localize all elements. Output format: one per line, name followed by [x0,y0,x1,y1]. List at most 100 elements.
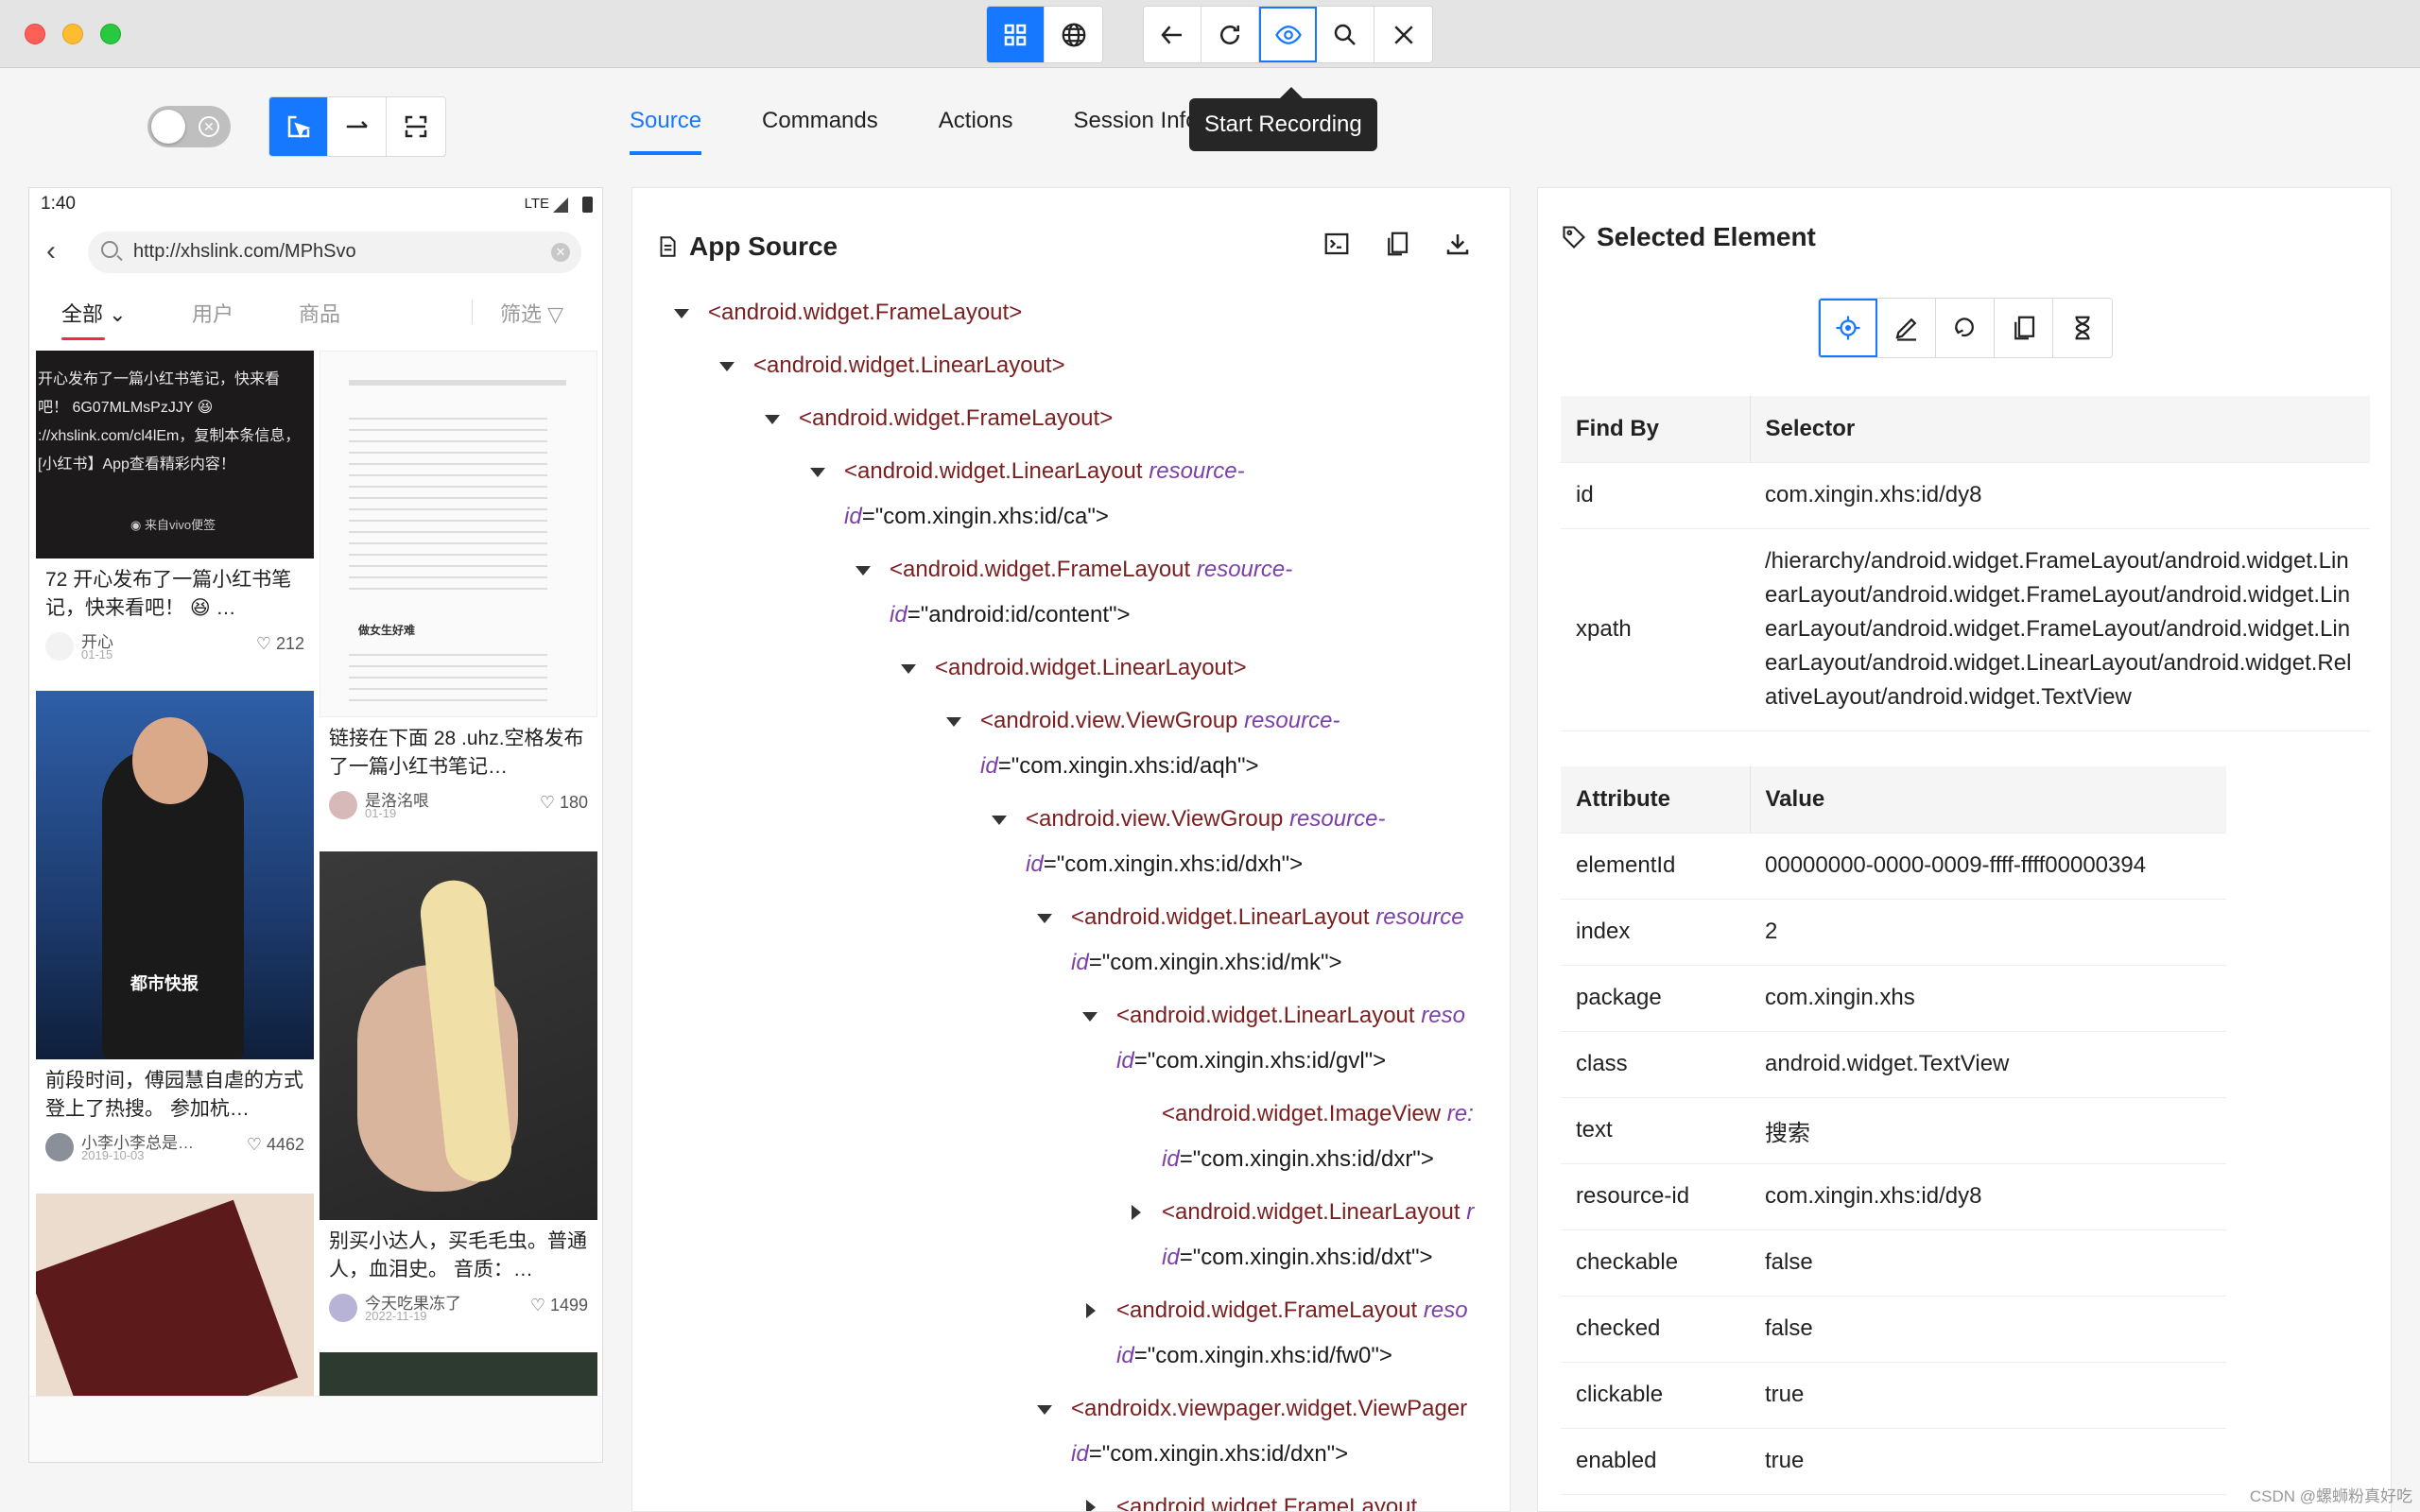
filter-products[interactable]: 商品 [299,298,340,328]
tree-node[interactable]: <android.widget.ImageView re: id="com.xi… [1162,1091,1474,1182]
phone-search-bar[interactable]: http://xhslink.com/MPhSvo ✕ [88,232,581,273]
note-image: 开心发布了一篇小红书笔记，快来看吧！ 6G07MLMsPzJJY 😆 ://xh… [36,351,314,558]
element-actions-group [1818,298,2113,358]
filter-active-underline [61,337,105,340]
inspector-mode-group [268,96,446,157]
table-row: text 搜索 [1561,1097,2226,1164]
tap-element-button[interactable] [1819,299,1877,357]
refresh-button[interactable] [1201,7,1259,62]
grid-view-button[interactable] [987,7,1045,62]
findby-header: Find By [1561,396,1750,463]
note-card[interactable]: 别买小达人，买毛毛虫。普通人，血泪史。 音质：… 今天吃果冻了 2022-11-… [320,851,597,1326]
note-image-badge: 都市快报 [130,974,199,993]
clear-element-button[interactable] [1936,299,1995,357]
caret-down-icon[interactable] [1082,1012,1098,1022]
table-header-row: Attribute Value [1561,766,2226,833]
tree-node[interactable]: <android.widget.FrameLayout resource- id… [856,547,1292,638]
table-row: index 2 [1561,899,2226,966]
caret-right-icon[interactable] [1086,1500,1096,1511]
search-icon [1334,24,1356,45]
copy-icon[interactable] [1383,230,1411,258]
caret-down-icon[interactable] [946,717,961,727]
device-screenshot[interactable]: 1:40 LTE ‹ http://xhslink.com/MPhSvo ✕ 全… [28,187,603,1463]
screenshot-toggle-switch[interactable]: ✕ [147,106,231,147]
tree-node[interactable]: <android.widget.FrameLayout> [674,290,1022,335]
note-image [320,1352,597,1396]
tree-node[interactable]: <androidx.viewpager.widget.ViewPager id=… [1037,1386,1467,1477]
note-card[interactable] [36,1194,314,1396]
findby-value[interactable]: /hierarchy/android.widget.FrameLayout/an… [1750,528,2370,731]
maximize-window-button[interactable] [100,24,121,44]
caret-down-icon[interactable] [810,468,825,477]
clear-icon[interactable]: ✕ [551,243,570,262]
caret-down-icon[interactable] [856,566,871,576]
caret-down-icon[interactable] [992,816,1007,825]
tree-node[interactable]: <android.widget.LinearLayout resource- i… [810,449,1245,540]
caret-down-icon[interactable] [901,664,916,674]
findby-value[interactable]: com.xingin.xhs:id/dy8 [1750,462,2370,529]
tab-commands[interactable]: Commands [762,94,878,155]
scan-frame-icon [405,115,427,138]
tree-node[interactable]: <android.view.ViewGroup resource- id="co… [946,698,1340,789]
tab-actions[interactable]: Actions [939,94,1013,155]
tree-node[interactable]: <android.widget.LinearLayout reso id="co… [1082,993,1465,1084]
note-card[interactable]: 做女生好难 链接在下面 28 .uhz.空格发布了一篇小红书笔记… 是洛洺哏 0… [320,351,597,823]
app-source-title: App Source [689,232,838,261]
tree-node[interactable]: <android.widget.FrameLayout reso id="com… [1086,1288,1468,1379]
caret-down-icon[interactable] [719,362,735,371]
search-element-button[interactable] [1317,7,1374,62]
caret-down-icon[interactable] [1037,914,1052,923]
quit-session-button[interactable] [1374,7,1432,62]
start-recording-button[interactable] [1259,7,1317,62]
caret-down-icon[interactable] [1037,1405,1052,1415]
tab-source[interactable]: Source [630,94,702,155]
tree-node[interactable]: <android.widget.FrameLayout> [765,396,1113,441]
notebook-shape [36,1199,299,1396]
attribute-key: index [1561,899,1750,966]
caret-right-icon[interactable] [1132,1205,1141,1220]
tree-node[interactable]: <android.widget.FrameLayout [1086,1485,1417,1511]
value-header: Value [1749,766,2226,833]
caret-right-icon[interactable] [1086,1303,1096,1318]
close-window-button[interactable] [25,24,45,44]
note-card[interactable]: 开心发布了一篇小红书笔记，快来看吧！ 6G07MLMsPzJJY 😆 ://xh… [36,351,314,664]
filter-users[interactable]: 用户 [192,298,233,328]
tap-by-coordinates-button[interactable] [387,97,445,156]
attribute-value: false [1750,1229,2226,1297]
terminal-icon[interactable] [1322,230,1351,258]
back-button[interactable] [1144,7,1201,62]
minimize-window-button[interactable] [62,24,83,44]
phone-search-text: http://xhslink.com/MPhSvo [133,241,356,262]
swipe-by-coordinates-button[interactable] [328,97,387,156]
switch-knob [151,110,185,144]
filter-button[interactable]: 筛选 ▽ [500,298,563,328]
download-icon[interactable] [1443,230,1472,258]
note-likes[interactable]: 1499 [530,1296,588,1315]
send-keys-button[interactable] [1877,299,1936,357]
note-card[interactable]: 都市快报 前段时间，傅园慧自虐的方式登上了热搜。 参加杭… 小李小李总是… 20… [36,691,314,1165]
close-circle-icon: ✕ [199,116,219,137]
get-timing-button[interactable] [2053,299,2112,357]
note-likes[interactable]: 4462 [247,1135,304,1155]
note-card[interactable] [320,1352,597,1396]
select-elements-button[interactable] [269,97,328,156]
csdn-watermark: CSDN @螺蛳粉真好吃 [2249,1487,2412,1505]
phone-back-icon[interactable]: ‹ [46,237,56,266]
table-row: checkable false [1561,1229,2226,1297]
tree-node[interactable]: <android.widget.LinearLayout> [719,343,1065,388]
web-view-button[interactable] [1045,7,1102,62]
copy-attributes-button[interactable] [1995,299,2053,357]
phone-time: 1:40 [41,194,76,214]
tree-node[interactable]: <android.widget.LinearLayout resource id… [1037,895,1464,986]
note-image-text: 做女生好难 [358,624,416,637]
tree-node[interactable]: <android.widget.LinearLayout r id="com.x… [1132,1190,1474,1280]
selected-element-panel: Selected Element Find By Selector id com… [1537,187,2392,1512]
tree-node[interactable]: <android.view.ViewGroup resource- id="co… [992,797,1385,887]
caret-down-icon[interactable] [674,309,689,318]
note-likes[interactable]: 180 [540,793,588,813]
caret-down-icon[interactable] [765,415,780,424]
tree-node[interactable]: <android.widget.LinearLayout> [901,645,1247,691]
note-likes[interactable]: 212 [256,634,304,654]
phone-filter-bar: 全部 ⌄ 用户 商品 筛选 ▽ [29,290,602,343]
filter-all[interactable]: 全部 ⌄ [61,298,127,328]
